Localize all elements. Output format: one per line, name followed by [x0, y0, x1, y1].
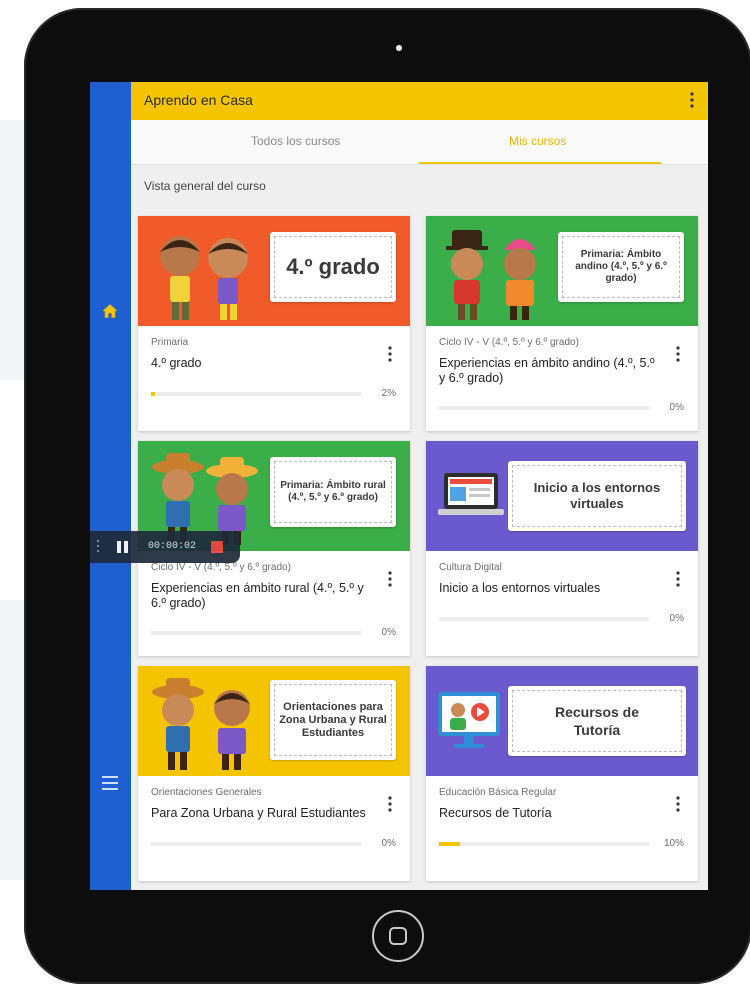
course-banner: Primaria: Ámbito andino (4.º, 5.º y 6.º … [426, 216, 698, 326]
course-name: Para Zona Urbana y Rural Estudiantes [151, 806, 366, 820]
app-title: Aprendo en Casa [144, 92, 253, 108]
more-vert-icon[interactable] [388, 346, 392, 362]
progress-bar [439, 617, 649, 621]
banner-label: 4.º grado [270, 232, 396, 302]
more-vert-icon[interactable] [388, 571, 392, 587]
banner-label: Orientaciones para Zona Urbana y Rural E… [270, 680, 396, 760]
course-tabs: Todos los cursos Mis cursos [131, 120, 708, 165]
progress-text: 10% [663, 838, 684, 849]
section-title: Vista general del curso [144, 179, 266, 193]
recording-time: 00:00:02 [148, 541, 197, 552]
progress-bar [439, 406, 649, 410]
course-category: Primaria [151, 337, 189, 348]
course-name: 4.º grado [151, 356, 202, 370]
monitor-illustration [438, 692, 500, 748]
progress-text: 0% [669, 402, 684, 413]
tablet-home-button[interactable] [372, 910, 424, 962]
more-vert-icon[interactable] [676, 346, 680, 362]
course-card[interactable]: Primaria: Ámbito andino (4.º, 5.º y 6.º … [426, 216, 698, 431]
more-vert-icon[interactable] [388, 796, 392, 812]
banner-label: Primaria: Ámbito rural (4.º, 5.º y 6.º g… [270, 457, 396, 527]
kids-illustration [152, 678, 250, 770]
app-bar: Aprendo en Casa [131, 82, 708, 120]
active-tab-indicator [419, 162, 661, 164]
course-name: Experiencias en ámbito rural (4.º, 5.º y… [151, 581, 364, 610]
course-banner: Orientaciones para Zona Urbana y Rural E… [138, 666, 410, 776]
course-name: Recursos de Tutoría [439, 806, 552, 820]
course-card[interactable]: Orientaciones para Zona Urbana y Rural E… [138, 666, 410, 881]
banner-label: Inicio a los entornos virtuales [508, 461, 686, 531]
progress-text: 0% [381, 627, 396, 638]
course-card[interactable]: Inicio a los entornos virtuales Cultura … [426, 441, 698, 656]
camera-dot [396, 45, 402, 51]
more-vert-icon[interactable] [676, 796, 680, 812]
banner-label: Recursos de Tutoría [508, 686, 686, 756]
course-card[interactable]: 4.º grado Primaria 4.º grado 2% [138, 216, 410, 431]
progress-bar [151, 392, 361, 396]
laptop-illustration [438, 473, 504, 515]
progress-text: 0% [381, 838, 396, 849]
progress-bar [151, 842, 361, 846]
progress-fill [151, 392, 156, 396]
course-category: Orientaciones Generales [151, 787, 262, 798]
banner-label: Primaria: Ámbito andino (4.º, 5.º y 6.º … [558, 232, 684, 302]
more-vert-icon[interactable] [676, 571, 680, 587]
course-banner: Recursos de Tutoría [426, 666, 698, 776]
course-category: Ciclo IV - V (4.º, 5.º y 6.º grado) [439, 337, 579, 348]
drag-handle-icon[interactable] [97, 540, 99, 552]
pause-icon[interactable] [117, 541, 128, 553]
course-name: Experiencias en ámbito andino (4.º, 5.º … [439, 356, 655, 385]
course-category: Ciclo IV - V (4.º, 5.º y 6.º grado) [151, 562, 291, 573]
stop-icon[interactable] [211, 541, 223, 553]
course-banner: 4.º grado [138, 216, 410, 326]
kids-illustration [446, 230, 536, 320]
menu-icon[interactable] [102, 776, 118, 790]
app-screen: Aprendo en Casa Todos los cursos Mis cur… [90, 82, 708, 890]
course-category: Cultura Digital [439, 562, 502, 573]
kids-illustration [160, 236, 248, 320]
progress-text: 0% [669, 613, 684, 624]
more-vert-icon[interactable] [690, 92, 694, 108]
progress-fill [439, 842, 460, 846]
screen-recorder-bar: 00:00:02 [90, 531, 240, 563]
progress-bar [151, 631, 361, 635]
course-category: Educación Básica Regular [439, 787, 557, 798]
course-banner: Inicio a los entornos virtuales [426, 441, 698, 551]
progress-bar [439, 842, 649, 846]
tab-my-courses[interactable]: Mis cursos [509, 134, 566, 148]
tab-all-courses[interactable]: Todos los cursos [251, 134, 340, 148]
home-icon[interactable] [101, 302, 119, 320]
nav-rail [90, 82, 131, 890]
course-card[interactable]: Recursos de Tutoría Educación Básica Reg… [426, 666, 698, 881]
progress-text: 2% [381, 388, 396, 399]
course-name: Inicio a los entornos virtuales [439, 581, 601, 595]
